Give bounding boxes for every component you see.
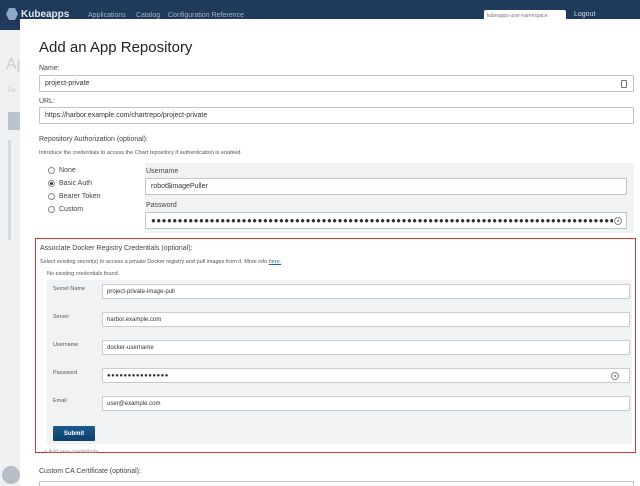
docker-username-value: docker-username [107, 344, 154, 351]
nav-applications[interactable]: Applications [88, 12, 126, 19]
docker-more-info-link[interactable]: here. [269, 259, 282, 265]
radio-none[interactable]: None [48, 167, 76, 174]
server-label: Server [53, 314, 70, 320]
nav-configuration[interactable]: Configuration Reference [168, 12, 244, 19]
nav-catalog[interactable]: Catalog [136, 12, 160, 19]
show-password-icon[interactable] [614, 217, 622, 225]
radio-custom-icon[interactable] [48, 206, 55, 213]
auth-username-value: robot$imagePuller [151, 183, 208, 190]
background-text: Re [8, 88, 16, 94]
server-input[interactable]: harbor.example.com [102, 312, 630, 327]
docker-note: Select existing secret(s) to access a pr… [40, 259, 281, 265]
radio-bearer-token-icon[interactable] [48, 193, 55, 200]
radio-basic-auth-label: Basic Auth [59, 180, 93, 187]
secret-name-value: project-private-image-pull [107, 288, 175, 295]
ca-certificate-input[interactable] [39, 481, 634, 486]
radio-none-label: None [59, 167, 76, 174]
docker-title: Associate Docker Registry Credentials (o… [40, 245, 193, 252]
radio-custom[interactable]: Custom [48, 206, 83, 213]
name-input[interactable]: project-private [39, 75, 634, 92]
radio-bearer-token[interactable]: Bearer Token [48, 193, 101, 200]
auth-password-value: ●●●●●●●●●●●●●●●●●●●●●●●●●●●●●●●●●●●●●●●●… [151, 216, 613, 225]
background-bar [8, 140, 11, 240]
kubeapps-icon [6, 8, 18, 20]
name-label: Name: [39, 65, 60, 72]
auth-username-input[interactable]: robot$imagePuller [145, 178, 627, 195]
email-label: Email [53, 398, 67, 404]
docker-none-text: No existing credentials found. [47, 271, 120, 277]
docker-username-input[interactable]: docker-username [102, 340, 630, 355]
docker-password-input[interactable]: ●●●●●●●●●●●●●●● [102, 368, 630, 383]
radio-basic-auth-icon[interactable] [48, 180, 55, 187]
radio-basic-auth[interactable]: Basic Auth [48, 180, 92, 187]
email-value: user@example.com [107, 400, 161, 407]
server-value: harbor.example.com [107, 316, 162, 323]
background-avatar-icon [2, 466, 20, 484]
show-docker-password-icon[interactable] [611, 372, 619, 380]
docker-username-label: Username [53, 342, 79, 348]
background-sidebar [0, 30, 22, 486]
url-label: URL: [39, 98, 55, 105]
autofill-icon[interactable] [621, 80, 627, 88]
auth-label: Repository Authorization (optional): [39, 136, 148, 143]
url-value: https://harbor.example.com/chartrepo/pro… [45, 112, 208, 119]
docker-credentials-section: Associate Docker Registry Credentials (o… [35, 238, 636, 453]
ca-certificate-label: Custom CA Certificate (optional): [39, 468, 141, 475]
add-repo-modal: Add an App Repository Name: project-priv… [20, 19, 640, 486]
brand-name: Kubeapps [21, 8, 70, 20]
secret-name-label: Secret Name [53, 286, 86, 292]
name-value: project-private [45, 80, 90, 87]
docker-password-value: ●●●●●●●●●●●●●●● [107, 372, 169, 379]
docker-note-text: Select existing secret(s) to access a pr… [40, 259, 268, 265]
secret-name-input[interactable]: project-private-image-pull [102, 284, 630, 299]
logout-link[interactable]: Logout [574, 11, 595, 18]
submit-button[interactable]: Submit [53, 426, 95, 441]
auth-password-input[interactable]: ●●●●●●●●●●●●●●●●●●●●●●●●●●●●●●●●●●●●●●●●… [145, 212, 627, 229]
docker-password-label: Password [53, 370, 78, 376]
radio-bearer-token-label: Bearer Token [59, 193, 101, 200]
url-input[interactable]: https://harbor.example.com/chartrepo/pro… [39, 107, 634, 124]
auth-note: Introduce the credentials to access the … [39, 150, 243, 156]
auth-username-label: Username [146, 168, 179, 175]
basic-auth-panel: Username robot$imagePuller Password ●●●●… [145, 163, 634, 233]
add-new-credentials-link[interactable]: + Add new credentials [44, 449, 98, 455]
radio-custom-label: Custom [59, 206, 84, 213]
docker-form: Secret Name project-private-image-pull S… [47, 280, 632, 444]
radio-none-icon[interactable] [48, 167, 55, 174]
modal-title: Add an App Repository [39, 39, 193, 56]
auth-password-label: Password [146, 202, 177, 209]
email-input[interactable]: user@example.com [102, 396, 630, 411]
